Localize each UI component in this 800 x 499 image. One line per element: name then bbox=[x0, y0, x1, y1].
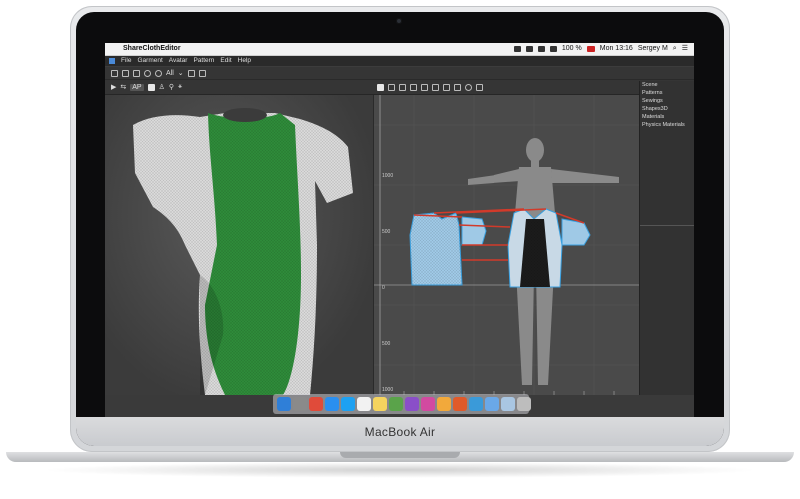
transform-icon[interactable] bbox=[399, 83, 406, 91]
ruler-icon[interactable] bbox=[454, 83, 461, 91]
3d-tools: ▶ ⇆ AP ♙ ⚲ ⚹ bbox=[111, 80, 182, 94]
search-icon[interactable]: ⌕ bbox=[673, 43, 677, 55]
ruler-label: 0 bbox=[382, 285, 385, 291]
menu-file[interactable]: File bbox=[121, 56, 131, 66]
select-arrow-icon[interactable] bbox=[377, 83, 384, 91]
webcam bbox=[396, 18, 402, 24]
menubar-status: 100 % Mon 13:16 Sergey M ⌕ ☰ bbox=[513, 43, 688, 55]
viewport-2d[interactable]: 1000 500 0 500 1000 bbox=[373, 95, 640, 395]
move-icon[interactable]: ⇆ bbox=[120, 83, 126, 91]
tree-item-materials[interactable]: Materials bbox=[640, 113, 694, 121]
play-icon[interactable]: ▶ bbox=[111, 83, 116, 91]
folder-icon[interactable] bbox=[485, 397, 499, 411]
chrome-icon[interactable] bbox=[309, 397, 323, 411]
avatar-icon[interactable]: ♙ bbox=[159, 83, 165, 91]
battery-status[interactable]: 100 % bbox=[562, 43, 582, 55]
app-menu: File Garment Avatar Pattern Edit Help bbox=[121, 56, 251, 66]
app-icon-3[interactable] bbox=[421, 397, 435, 411]
app-icon-4[interactable] bbox=[453, 397, 467, 411]
file-tools: All ⌄ bbox=[111, 67, 206, 79]
undo-icon[interactable] bbox=[144, 69, 151, 77]
pattern-piece-back[interactable] bbox=[409, 212, 463, 286]
laptop-brand: MacBook Air bbox=[364, 425, 436, 439]
add-point-icon[interactable] bbox=[410, 83, 417, 91]
laptop-chin: MacBook Air bbox=[76, 417, 724, 446]
list-icon[interactable]: ☰ bbox=[682, 43, 688, 55]
menu-edit[interactable]: Edit bbox=[220, 56, 231, 66]
sewing-icon[interactable] bbox=[443, 83, 450, 91]
tree-item-sewings[interactable]: Sewings bbox=[640, 97, 694, 105]
chevron-down-icon[interactable]: ⌄ bbox=[178, 69, 184, 77]
ruler-label: 1000 bbox=[382, 387, 393, 393]
macos-menubar: ShareClothEditor 100 % Mon 13:16 Sergey … bbox=[105, 43, 694, 56]
photos-icon[interactable] bbox=[501, 397, 515, 411]
app-icon-2[interactable] bbox=[405, 397, 419, 411]
menu-garment[interactable]: Garment bbox=[137, 56, 162, 66]
ruler-label: 500 bbox=[382, 229, 391, 235]
tree-item-physics-materials[interactable]: Physics Materials bbox=[640, 121, 694, 129]
pattern-piece-sleeve-right[interactable] bbox=[561, 218, 591, 246]
pattern-piece-front[interactable] bbox=[507, 208, 563, 288]
drive-icon[interactable] bbox=[525, 46, 533, 52]
sketch-icon[interactable] bbox=[437, 397, 451, 411]
open-file-icon[interactable] bbox=[122, 69, 129, 77]
skype-icon[interactable] bbox=[341, 397, 355, 411]
save-icon[interactable] bbox=[133, 69, 140, 77]
line-tool-icon[interactable] bbox=[421, 83, 428, 91]
pin-icon[interactable]: ⚲ bbox=[169, 83, 174, 91]
tree-item-shapes3d[interactable]: Shapes3D bbox=[640, 105, 694, 113]
measure-icon[interactable]: ⚹ bbox=[178, 83, 182, 91]
garment-3d[interactable] bbox=[105, 95, 373, 395]
pattern-canvas[interactable]: 1000 500 0 500 1000 bbox=[374, 95, 640, 395]
2d-tools bbox=[377, 80, 483, 94]
camera-icon[interactable] bbox=[187, 69, 195, 77]
user-name[interactable]: Sergey M bbox=[638, 43, 668, 55]
volume-icon[interactable] bbox=[549, 46, 557, 52]
app-icon[interactable] bbox=[389, 397, 403, 411]
notes-icon[interactable] bbox=[373, 397, 387, 411]
ruler-label: 1000 bbox=[382, 173, 393, 179]
dropbox-icon[interactable] bbox=[513, 46, 521, 52]
app-icon-5[interactable] bbox=[469, 397, 483, 411]
trash-icon[interactable] bbox=[517, 397, 531, 411]
app-menubar: File Garment Avatar Pattern Edit Help bbox=[105, 56, 694, 66]
tree-item-scene[interactable]: Scene bbox=[640, 81, 694, 89]
tools-toolbar: ▶ ⇆ AP ♙ ⚲ ⚹ bbox=[105, 80, 694, 95]
safari-icon[interactable] bbox=[325, 397, 339, 411]
file-toolbar: All ⌄ bbox=[105, 67, 694, 80]
wifi-icon[interactable] bbox=[537, 46, 545, 52]
texture-icon[interactable] bbox=[476, 83, 483, 91]
calendar-icon[interactable] bbox=[357, 397, 371, 411]
menu-pattern[interactable]: Pattern bbox=[193, 56, 214, 66]
language-flag-icon[interactable] bbox=[586, 46, 595, 52]
clock[interactable]: Mon 13:16 bbox=[600, 43, 633, 55]
settings-icon[interactable] bbox=[465, 83, 472, 91]
laptop-notch bbox=[340, 452, 460, 458]
view-select[interactable]: All bbox=[166, 70, 174, 77]
laptop-shadow bbox=[40, 462, 760, 478]
menu-help[interactable]: Help bbox=[238, 56, 251, 66]
ruler-label: 500 bbox=[382, 341, 391, 347]
screen: ShareClothEditor 100 % Mon 13:16 Sergey … bbox=[105, 43, 694, 417]
finder-icon[interactable] bbox=[277, 397, 291, 411]
pattern-piece-sleeve-left[interactable] bbox=[461, 216, 487, 246]
app-name[interactable]: ShareClothEditor bbox=[123, 43, 181, 55]
panel-divider bbox=[640, 225, 694, 226]
app-logo-icon bbox=[109, 58, 115, 64]
export-icon[interactable] bbox=[198, 69, 206, 77]
macos-dock bbox=[273, 394, 531, 414]
viewport-3d[interactable] bbox=[105, 95, 373, 395]
tshirt-icon[interactable] bbox=[147, 83, 155, 91]
tree-item-patterns[interactable]: Patterns bbox=[640, 89, 694, 97]
redo-icon[interactable] bbox=[155, 69, 162, 77]
curve-tool-icon[interactable] bbox=[432, 83, 439, 91]
edit-point-icon[interactable] bbox=[388, 83, 395, 91]
ap-button[interactable]: AP bbox=[130, 83, 144, 91]
menu-avatar[interactable]: Avatar bbox=[169, 56, 188, 66]
new-file-icon[interactable] bbox=[111, 69, 118, 77]
launchpad-icon[interactable] bbox=[293, 397, 307, 411]
object-browser: Scene Patterns Sewings Shapes3D Material… bbox=[639, 81, 694, 395]
neckline bbox=[223, 108, 267, 122]
